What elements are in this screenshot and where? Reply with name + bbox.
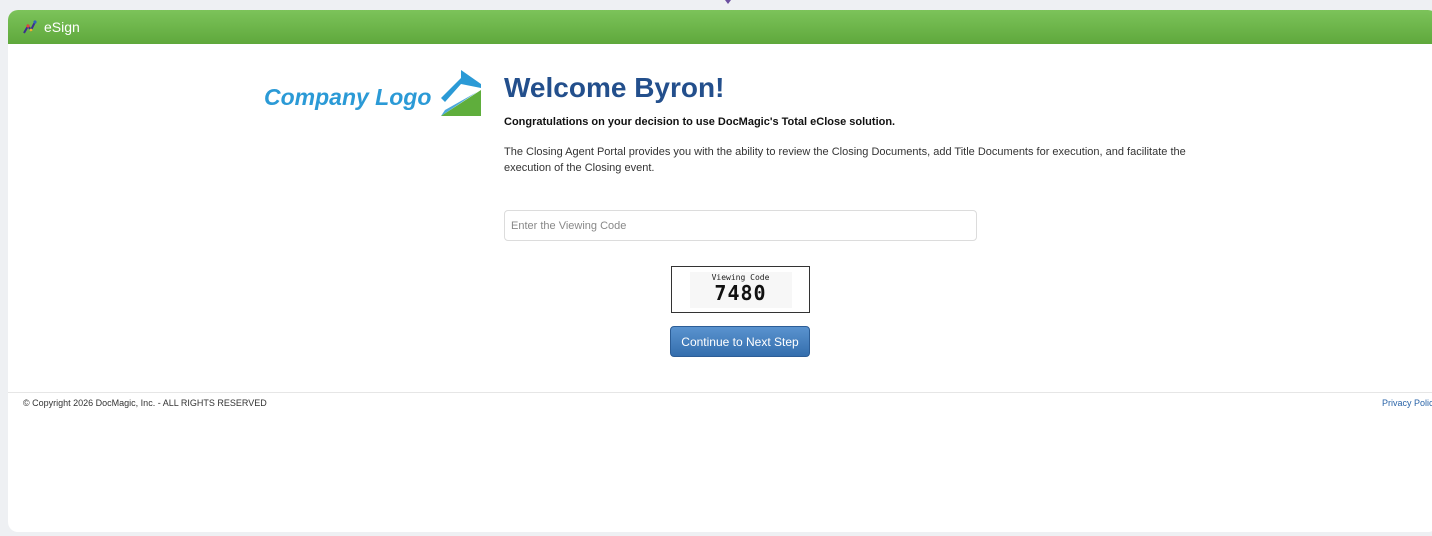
viewing-code-input[interactable]	[504, 210, 977, 241]
congrats-text: Congratulations on your decision to use …	[504, 116, 896, 128]
continue-button[interactable]: Continue to Next Step	[670, 326, 810, 357]
house-logo-icon	[437, 70, 485, 125]
page-title: Welcome Byron!	[504, 72, 725, 103]
footer: © Copyright 2026 DocMagic, Inc. - ALL RI…	[8, 392, 1432, 416]
app-header: eSign	[8, 10, 1432, 44]
privacy-policy-link[interactable]: Privacy Policy	[1382, 398, 1432, 408]
company-logo: Company Logo	[264, 70, 485, 125]
captcha-code: 7480	[714, 280, 767, 305]
top-marker	[725, 0, 731, 4]
browser-page: eSign Company Logo Welcome Byron! Congra…	[8, 10, 1432, 532]
app-name: eSign	[44, 19, 80, 35]
captcha-image: Viewing Code 7480	[689, 271, 792, 308]
welcome-content: Welcome Byron! Congratulations on your d…	[504, 72, 1204, 176]
copyright-text: © Copyright 2026 DocMagic, Inc. - ALL RI…	[23, 398, 267, 408]
viewing-code-captcha: Viewing Code 7480	[671, 266, 810, 313]
portal-description: The Closing Agent Portal provides you wi…	[504, 146, 1186, 174]
esign-star-icon	[22, 19, 38, 35]
company-logo-text: Company Logo	[264, 84, 432, 110]
